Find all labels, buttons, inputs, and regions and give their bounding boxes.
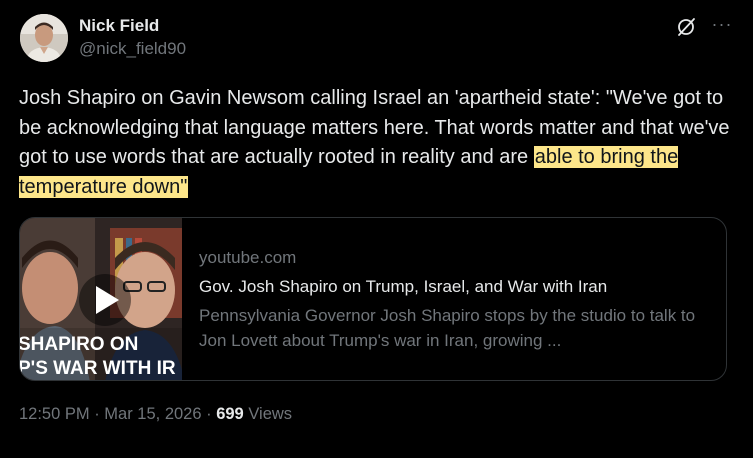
author-handle[interactable]: @nick_field90: [79, 38, 186, 60]
meta-separator: ·: [201, 405, 217, 423]
tweet-time[interactable]: 12:50 PM: [19, 405, 90, 423]
tweet-meta: 12:50 PM · Mar 15, 2026 · 699 Views: [19, 403, 292, 425]
card-thumbnail[interactable]: SHAPIRO ON P'S WAR WITH IR: [20, 218, 182, 380]
views-label: Views: [243, 405, 293, 423]
thumbnail-caption-line2: P'S WAR WITH IR: [20, 358, 176, 379]
avatar[interactable]: [20, 14, 68, 62]
link-card[interactable]: SHAPIRO ON P'S WAR WITH IR youtube.com G…: [19, 217, 727, 381]
thumbnail-caption-line1: SHAPIRO ON: [20, 334, 138, 355]
meta-separator: ·: [89, 405, 105, 423]
tweet-date[interactable]: Mar 15, 2026: [104, 405, 201, 423]
author-display-name[interactable]: Nick Field: [79, 16, 186, 36]
grok-icon[interactable]: [675, 16, 697, 38]
card-domain: youtube.com: [199, 248, 297, 267]
more-icon[interactable]: ···: [711, 15, 733, 38]
tweet-text: Josh Shapiro on Gavin Newsom calling Isr…: [19, 84, 739, 202]
views-count[interactable]: 699: [216, 405, 244, 423]
card-title[interactable]: Gov. Josh Shapiro on Trump, Israel, and …: [199, 275, 708, 299]
card-description: Pennsylvania Governor Josh Shapiro stops…: [199, 306, 696, 350]
tweet-header: Nick Field @nick_field90 ···: [20, 14, 733, 64]
